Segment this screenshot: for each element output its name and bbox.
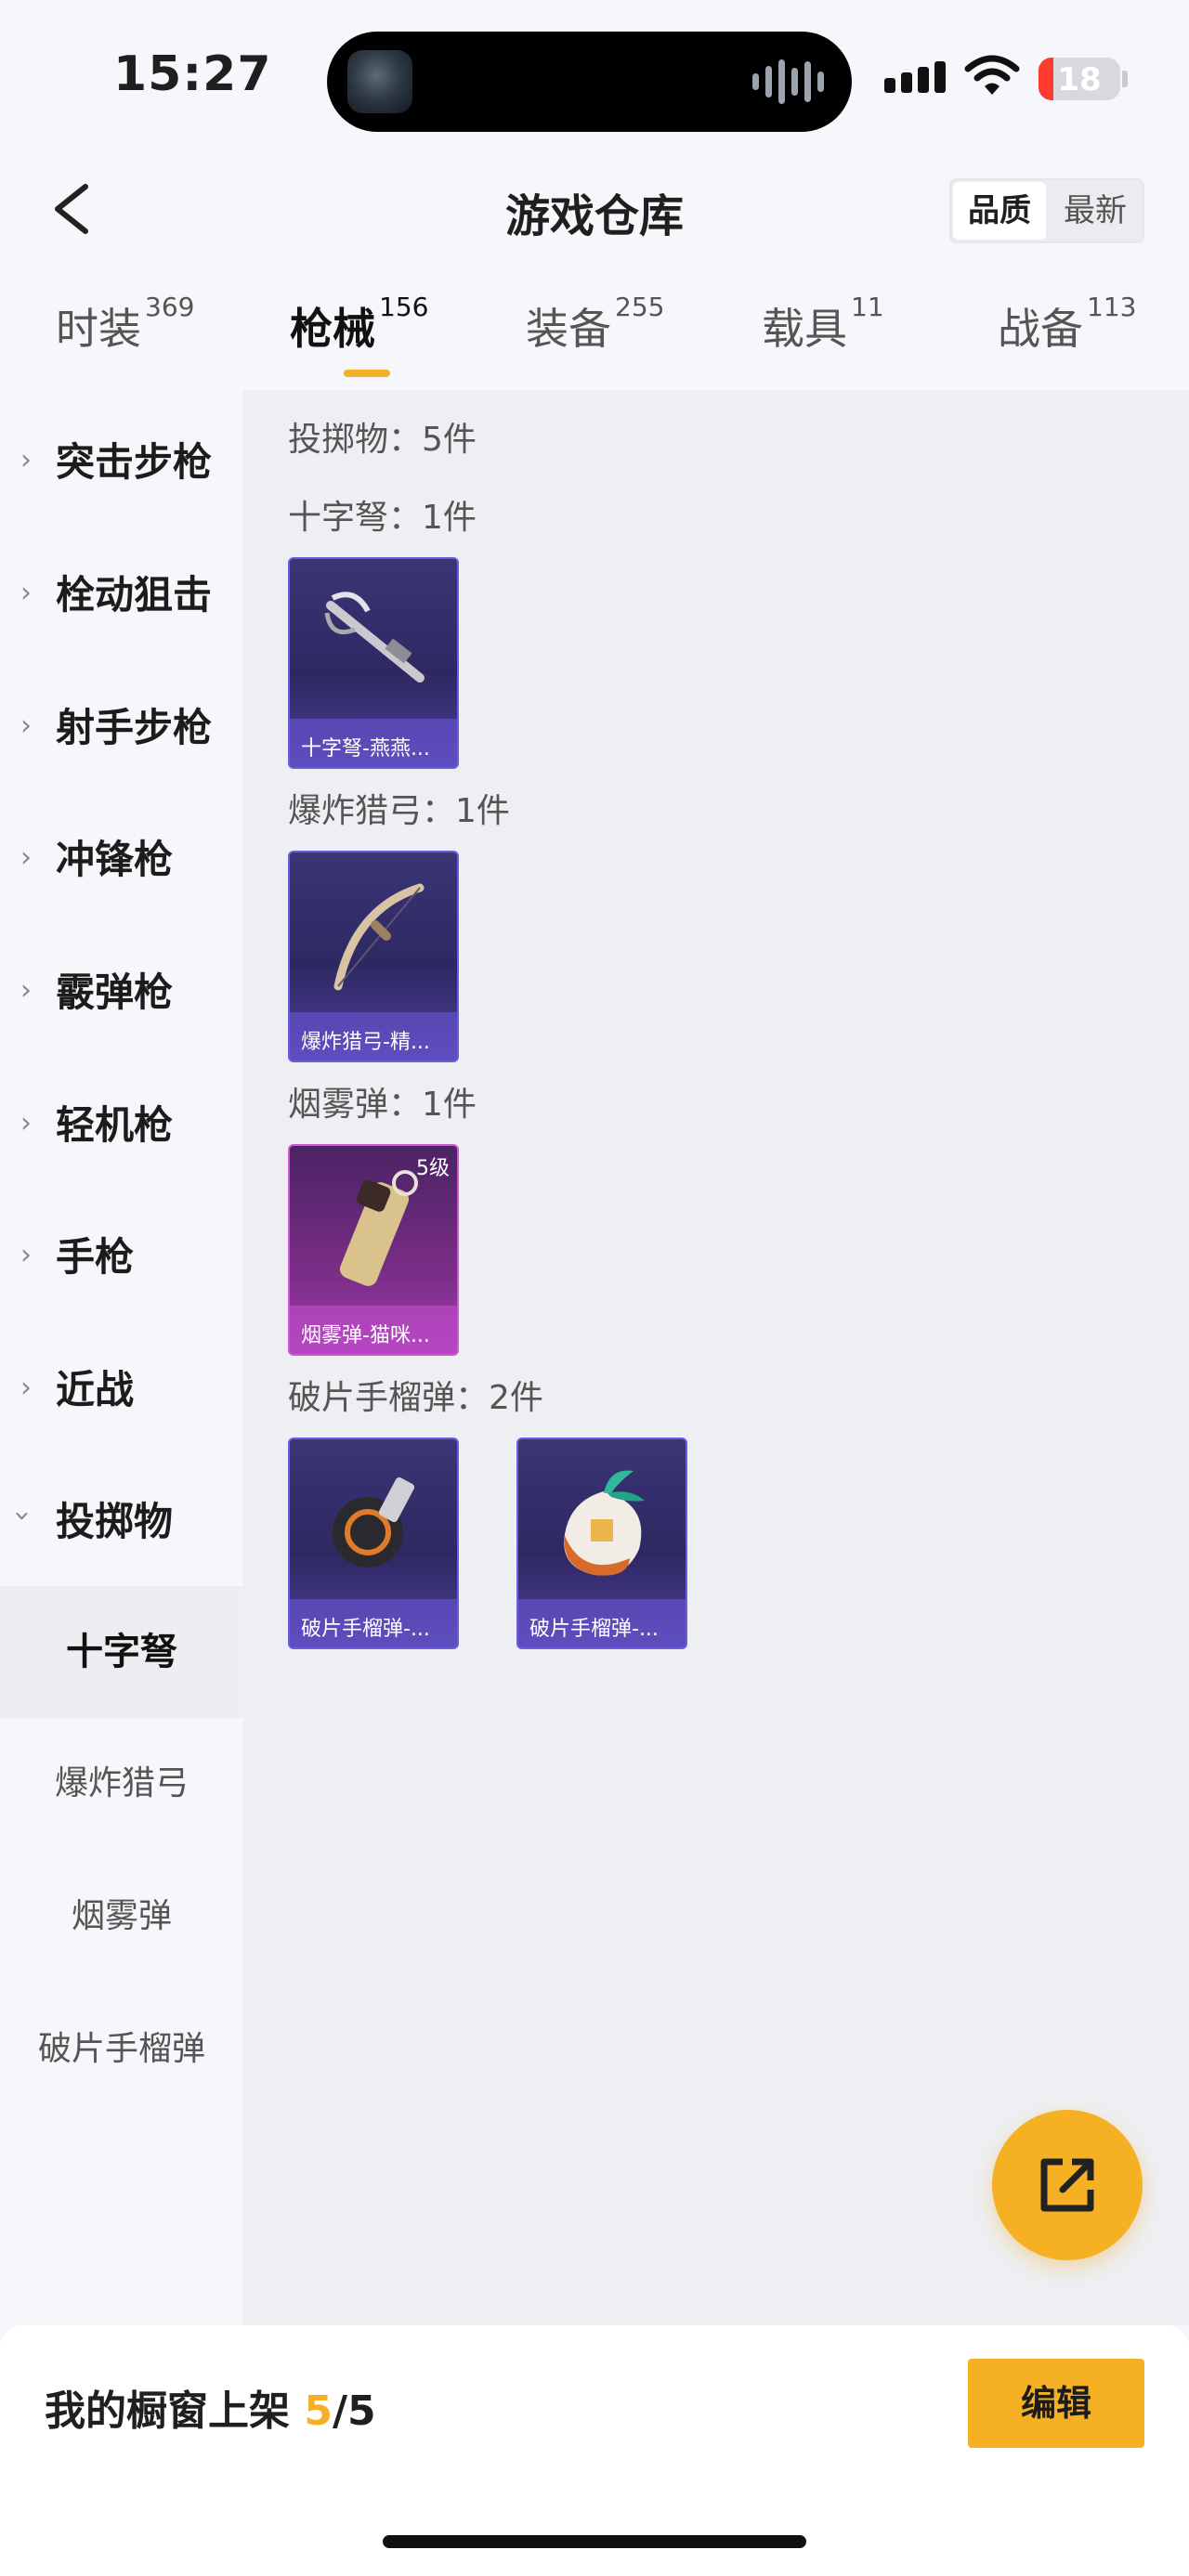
- tab-count: 369: [145, 292, 195, 322]
- sidebar-sub-smoke-grenade[interactable]: 烟雾弹: [0, 1851, 243, 1983]
- sidebar-item-pistol[interactable]: › 手枪: [0, 1185, 243, 1318]
- category-sidebar: › 突击步枪 › 栓动狙击 › 射手步枪 › 冲锋枪 › 霰弹枪 › 轻机枪 ›…: [0, 390, 243, 2325]
- chevron-right-icon: ›: [20, 1372, 32, 1404]
- tab-firearms[interactable]: 枪械 156: [290, 292, 429, 388]
- sidebar-item-label: 霰弹枪: [56, 969, 174, 1015]
- bow-icon: [333, 883, 425, 991]
- share-fab-button[interactable]: [992, 2110, 1143, 2260]
- tab-count: 11: [851, 292, 884, 322]
- edit-button[interactable]: 编辑: [968, 2359, 1144, 2448]
- audio-wave-icon: [752, 58, 824, 106]
- chevron-down-icon: ›: [6, 1510, 39, 1522]
- sidebar-item-label: 近战: [56, 1367, 135, 1412]
- battery-cap: [1122, 71, 1128, 87]
- sort-newest-button[interactable]: 最新: [1050, 182, 1141, 240]
- item-name: 烟雾弹-猫咪...: [290, 1306, 457, 1354]
- chevron-right-icon: ›: [20, 841, 32, 874]
- tab-label: 载具: [762, 304, 847, 354]
- sidebar-item-label: 射手步枪: [56, 705, 213, 750]
- frag-grenade-icon: [333, 1477, 415, 1568]
- chevron-left-icon[interactable]: [48, 181, 95, 237]
- sort-toggle: 品质 最新: [949, 178, 1144, 243]
- tab-fashion[interactable]: 时装 369: [56, 292, 195, 388]
- item-name: 爆炸猎弓-精...: [290, 1012, 457, 1060]
- tab-count: 113: [1087, 292, 1137, 322]
- cell-signal-icon: [884, 61, 946, 93]
- frag-grenade-icon: [564, 1470, 645, 1576]
- sidebar-item-label: 投掷物: [56, 1499, 174, 1544]
- category-tabs: 时装 369 枪械 156 装备 255 载具 11 战备 113: [0, 292, 1189, 388]
- chevron-right-icon: ›: [20, 709, 32, 742]
- item-card[interactable]: 爆炸猎弓-精...: [288, 851, 459, 1062]
- section-title: 爆炸猎弓：1件: [288, 792, 510, 830]
- chevron-right-icon: ›: [20, 444, 32, 476]
- page-title: 游戏仓库: [504, 190, 684, 242]
- group-header: 投掷物：5件: [288, 421, 477, 459]
- sidebar-item-label: 突击步枪: [56, 439, 213, 485]
- tab-tactical[interactable]: 战备 113: [998, 292, 1137, 388]
- item-name: 破片手榴弹-...: [290, 1599, 457, 1647]
- battery-icon: 18: [1039, 58, 1120, 100]
- tab-count: 156: [379, 292, 429, 322]
- sidebar-item-label: 栓动狙击: [56, 572, 213, 618]
- item-list: 投掷物：5件 十字弩：1件 十字弩-燕燕... 爆炸猎弓：1件 爆炸猎弓-精..…: [243, 390, 1189, 2325]
- crossbow-icon: [324, 592, 425, 683]
- item-card[interactable]: 十字弩-燕燕...: [288, 557, 459, 769]
- tab-vehicles[interactable]: 载具 11: [762, 292, 884, 388]
- sidebar-item-label: 轻机枪: [56, 1102, 174, 1148]
- shelf-label: 我的橱窗上架: [45, 2387, 290, 2435]
- sidebar-item-lmg[interactable]: › 轻机枪: [0, 1053, 243, 1186]
- sidebar-item-throwables[interactable]: › 投掷物: [0, 1450, 243, 1582]
- sidebar-item-bolt-sniper[interactable]: › 栓动狙击: [0, 523, 243, 656]
- now-playing-thumbnail: [347, 50, 412, 113]
- sidebar-item-smg[interactable]: › 冲锋枪: [0, 787, 243, 920]
- tab-equipment[interactable]: 装备 255: [526, 292, 665, 388]
- active-tab-indicator: [344, 370, 390, 377]
- item-card[interactable]: 5级 烟雾弹-猫咪...: [288, 1144, 459, 1356]
- home-indicator[interactable]: [383, 2535, 806, 2548]
- item-name: 十字弩-燕燕...: [290, 719, 457, 767]
- sort-quality-button[interactable]: 品质: [953, 182, 1046, 240]
- sidebar-item-label: 手枪: [56, 1234, 135, 1280]
- tab-label: 枪械: [290, 304, 375, 354]
- sidebar-item-assault-rifle[interactable]: › 突击步枪: [0, 390, 243, 523]
- dynamic-island[interactable]: [327, 32, 852, 132]
- shelf-total: /5: [332, 2387, 376, 2435]
- chevron-right-icon: ›: [20, 577, 32, 609]
- tab-label: 战备: [998, 304, 1083, 354]
- sidebar-item-label: 冲锋枪: [56, 837, 174, 882]
- shelf-status: 我的橱窗上架 5/5: [45, 2377, 376, 2437]
- chevron-right-icon: ›: [20, 1239, 32, 1271]
- section-title: 十字弩：1件: [288, 499, 477, 537]
- item-level-badge: 5级: [416, 1157, 450, 1180]
- shelf-used-count: 5: [304, 2387, 333, 2435]
- wifi-icon: [964, 55, 1020, 95]
- share-external-icon: [1040, 2158, 1094, 2212]
- clock: 15:27: [113, 46, 272, 102]
- sidebar-item-shotgun[interactable]: › 霰弹枪: [0, 920, 243, 1053]
- tab-label: 时装: [56, 304, 141, 354]
- sidebar-item-melee[interactable]: › 近战: [0, 1318, 243, 1451]
- sidebar-sub-explosive-bow[interactable]: 爆炸猎弓: [0, 1718, 243, 1850]
- item-name: 破片手榴弹-...: [518, 1599, 686, 1647]
- battery-level: 18: [1057, 61, 1102, 98]
- item-card[interactable]: 破片手榴弹-...: [516, 1438, 687, 1649]
- sidebar-sub-crossbow[interactable]: 十字弩: [0, 1586, 243, 1718]
- item-card[interactable]: 破片手榴弹-...: [288, 1438, 459, 1649]
- status-bar: 15:27 18: [0, 0, 1189, 149]
- tab-label: 装备: [526, 304, 611, 354]
- section-title: 破片手榴弹：2件: [288, 1379, 543, 1417]
- sidebar-sub-frag-grenade[interactable]: 破片手榴弹: [0, 1984, 243, 2115]
- tab-count: 255: [615, 292, 665, 322]
- chevron-right-icon: ›: [20, 1107, 32, 1139]
- section-title: 烟雾弹：1件: [288, 1086, 477, 1124]
- chevron-right-icon: ›: [20, 974, 32, 1007]
- sidebar-item-marksman-rifle[interactable]: › 射手步枪: [0, 656, 243, 788]
